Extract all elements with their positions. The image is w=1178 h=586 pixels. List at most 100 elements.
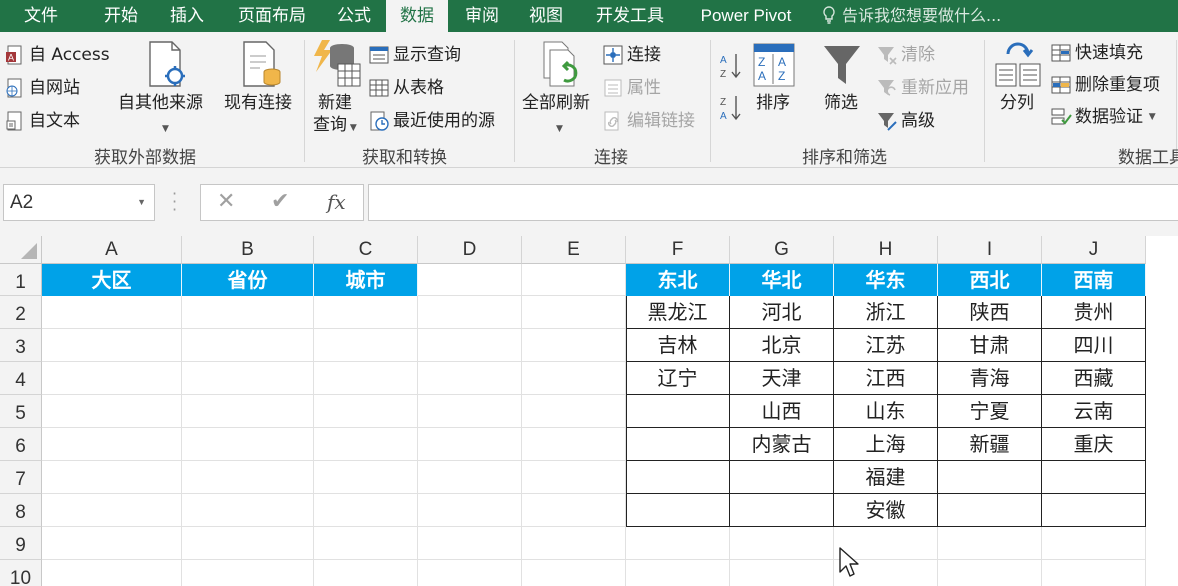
cell[interactable] (938, 560, 1042, 586)
cell[interactable] (314, 494, 418, 527)
cell[interactable] (182, 329, 314, 362)
row-header-6[interactable]: 6 (0, 428, 42, 461)
cell[interactable] (418, 362, 522, 395)
active-cell-a2[interactable] (42, 296, 182, 329)
advanced-filter-button[interactable]: 高级 (876, 110, 935, 132)
cell[interactable] (182, 395, 314, 428)
cell[interactable] (182, 461, 314, 494)
province-cell[interactable]: 内蒙古 (730, 428, 834, 461)
tab-view[interactable]: 视图 (518, 0, 574, 32)
province-cell[interactable]: 天津 (730, 362, 834, 395)
province-cell[interactable]: 黑龙江 (626, 296, 730, 329)
row-header-1[interactable]: 1 (0, 264, 42, 296)
formula-input[interactable] (368, 184, 1178, 221)
reapply-button[interactable]: 重新应用 (876, 77, 969, 99)
column-header-j[interactable]: J (1042, 236, 1146, 264)
cell[interactable] (418, 461, 522, 494)
cell[interactable] (522, 264, 626, 296)
empty-table-cell[interactable] (626, 461, 730, 494)
from-web-button[interactable]: 自网站 (4, 77, 80, 99)
province-cell[interactable]: 新疆 (938, 428, 1042, 461)
cell[interactable] (418, 395, 522, 428)
cell[interactable] (182, 494, 314, 527)
row-header-3[interactable]: 3 (0, 329, 42, 362)
from-text-button[interactable]: 自文本 (4, 110, 80, 132)
cell[interactable] (522, 461, 626, 494)
cell[interactable] (182, 428, 314, 461)
province-cell[interactable]: 甘肃 (938, 329, 1042, 362)
province-cell[interactable]: 福建 (834, 461, 938, 494)
cell[interactable] (314, 329, 418, 362)
tab-formulas[interactable]: 公式 (326, 0, 382, 32)
from-access-button[interactable]: A 自 Access (4, 44, 110, 66)
cell[interactable] (314, 461, 418, 494)
header-cell-a[interactable]: 大区 (42, 264, 182, 296)
cell[interactable] (1042, 527, 1146, 560)
cell[interactable] (418, 494, 522, 527)
region-header-h[interactable]: 华东 (834, 264, 938, 296)
cell[interactable] (42, 395, 182, 428)
empty-table-cell[interactable] (626, 395, 730, 428)
region-header-g[interactable]: 华北 (730, 264, 834, 296)
cell[interactable] (522, 560, 626, 586)
cell[interactable] (42, 560, 182, 586)
tab-developer[interactable]: 开发工具 (584, 0, 676, 32)
tab-power-pivot[interactable]: Power Pivot (688, 0, 804, 32)
province-cell[interactable]: 山东 (834, 395, 938, 428)
cell[interactable] (314, 362, 418, 395)
province-cell[interactable]: 上海 (834, 428, 938, 461)
column-header-f[interactable]: F (626, 236, 730, 264)
tab-file[interactable]: 文件 (0, 0, 82, 32)
cell[interactable] (522, 494, 626, 527)
name-box-dropdown-icon[interactable]: ▼ (137, 185, 146, 220)
region-header-f[interactable]: 东北 (626, 264, 730, 296)
column-header-i[interactable]: I (938, 236, 1042, 264)
cell[interactable] (522, 296, 626, 329)
tab-review[interactable]: 审阅 (454, 0, 510, 32)
cell[interactable] (182, 527, 314, 560)
cell[interactable] (314, 395, 418, 428)
header-cell-b[interactable]: 省份 (182, 264, 314, 296)
province-cell[interactable]: 青海 (938, 362, 1042, 395)
connections-button[interactable]: 连接 (602, 44, 661, 66)
show-queries-button[interactable]: 显示查询 (368, 44, 461, 66)
province-cell[interactable]: 河北 (730, 296, 834, 329)
clear-filter-button[interactable]: 清除 (876, 44, 935, 66)
tab-home[interactable]: 开始 (92, 0, 150, 32)
formula-bar-grip-icon[interactable]: · · · (172, 186, 177, 218)
edit-links-button[interactable]: 编辑链接 (602, 110, 695, 132)
province-cell[interactable]: 安徽 (834, 494, 938, 527)
cell[interactable] (182, 296, 314, 329)
insert-function-icon[interactable]: fx (327, 190, 346, 214)
cell[interactable] (42, 428, 182, 461)
cell[interactable] (418, 264, 522, 296)
empty-table-cell[interactable] (938, 494, 1042, 527)
cell[interactable] (42, 494, 182, 527)
province-cell[interactable]: 吉林 (626, 329, 730, 362)
properties-button[interactable]: 属性 (602, 77, 661, 99)
cell[interactable] (42, 461, 182, 494)
province-cell[interactable]: 山西 (730, 395, 834, 428)
row-header-5[interactable]: 5 (0, 395, 42, 428)
row-header-9[interactable]: 9 (0, 527, 42, 560)
remove-duplicates-button[interactable]: 删除重复项 (1050, 74, 1160, 96)
tell-me-search[interactable]: 告诉我您想要做什么... (822, 0, 1001, 32)
cell[interactable] (626, 560, 730, 586)
province-cell[interactable]: 四川 (1042, 329, 1146, 362)
column-header-d[interactable]: D (418, 236, 522, 264)
tab-insert[interactable]: 插入 (158, 0, 216, 32)
row-header-7[interactable]: 7 (0, 461, 42, 494)
cell[interactable] (418, 560, 522, 586)
from-table-button[interactable]: 从表格 (368, 77, 444, 99)
cell[interactable] (418, 296, 522, 329)
cell[interactable] (1042, 560, 1146, 586)
cell[interactable] (522, 428, 626, 461)
province-cell[interactable]: 陕西 (938, 296, 1042, 329)
data-validation-button[interactable]: 数据验证 ▼ (1050, 106, 1156, 128)
row-header-10[interactable]: 10 (0, 560, 42, 586)
empty-table-cell[interactable] (730, 461, 834, 494)
cell[interactable] (626, 527, 730, 560)
empty-table-cell[interactable] (1042, 494, 1146, 527)
tab-page-layout[interactable]: 页面布局 (224, 0, 320, 32)
region-header-i[interactable]: 西北 (938, 264, 1042, 296)
